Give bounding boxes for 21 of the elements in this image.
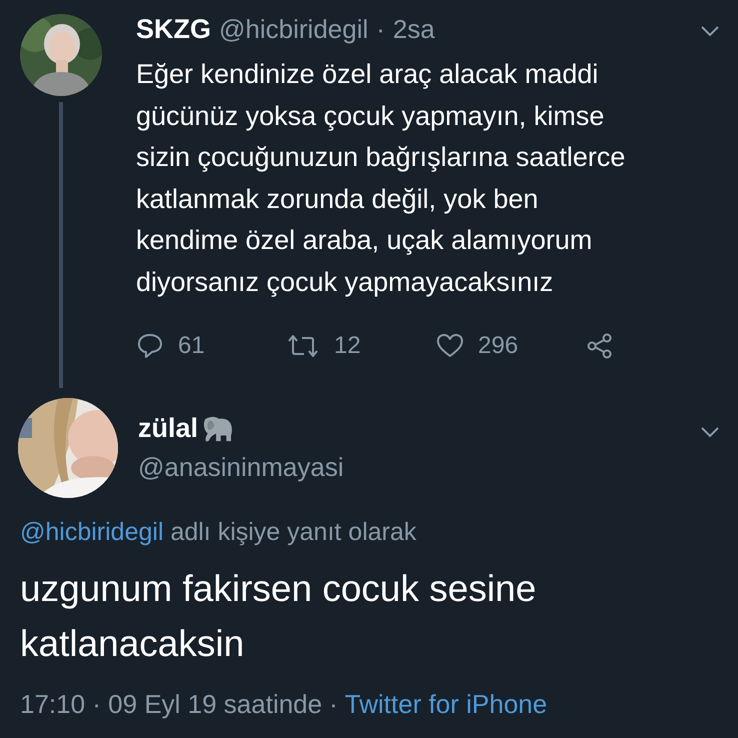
user-handle[interactable]: @hicbiridegil	[219, 14, 368, 45]
reply-icon[interactable]	[136, 332, 164, 360]
source-link[interactable]: Twitter for iPhone	[344, 689, 548, 720]
action-count: 61	[178, 332, 205, 360]
user-name[interactable]: zülal	[138, 413, 198, 444]
action-count: 12	[334, 332, 361, 360]
tweet-time: 2sa	[392, 14, 435, 45]
mention-link[interactable]: @hicbiridegil	[20, 518, 164, 546]
tweet-text: Eğer kendinize özel araç alacak maddi gücünüz yoksa çocuk yapmayın, kimse sizin çocuğunuzun bağrışlarına saatlerce katlanmak zorunda değil, yok ben kendime özel araba, uçak alamıyorum diyorsanız çocuk yapmayacaksınız	[136, 58, 626, 299]
chevron-down-icon[interactable]	[700, 25, 720, 37]
separator: ·	[376, 14, 385, 45]
tweet-timestamp: 17:10 · 09 Eyl 19 saatinde	[20, 689, 322, 720]
user-name[interactable]: SKZG	[136, 14, 212, 45]
chevron-down-icon[interactable]	[700, 426, 720, 438]
share-icon[interactable]	[586, 332, 614, 360]
reply-text: uzgunum fakirsen cocuk sesine katlanacaksin	[20, 567, 538, 666]
action-count: 296	[478, 332, 518, 360]
heart-icon[interactable]	[436, 332, 464, 360]
separator: ·	[329, 689, 338, 720]
reply-context: @hicbiridegil adlı kişiye yanıt olarak	[20, 518, 418, 547]
user-handle[interactable]: @anasininmayasi	[138, 452, 344, 483]
